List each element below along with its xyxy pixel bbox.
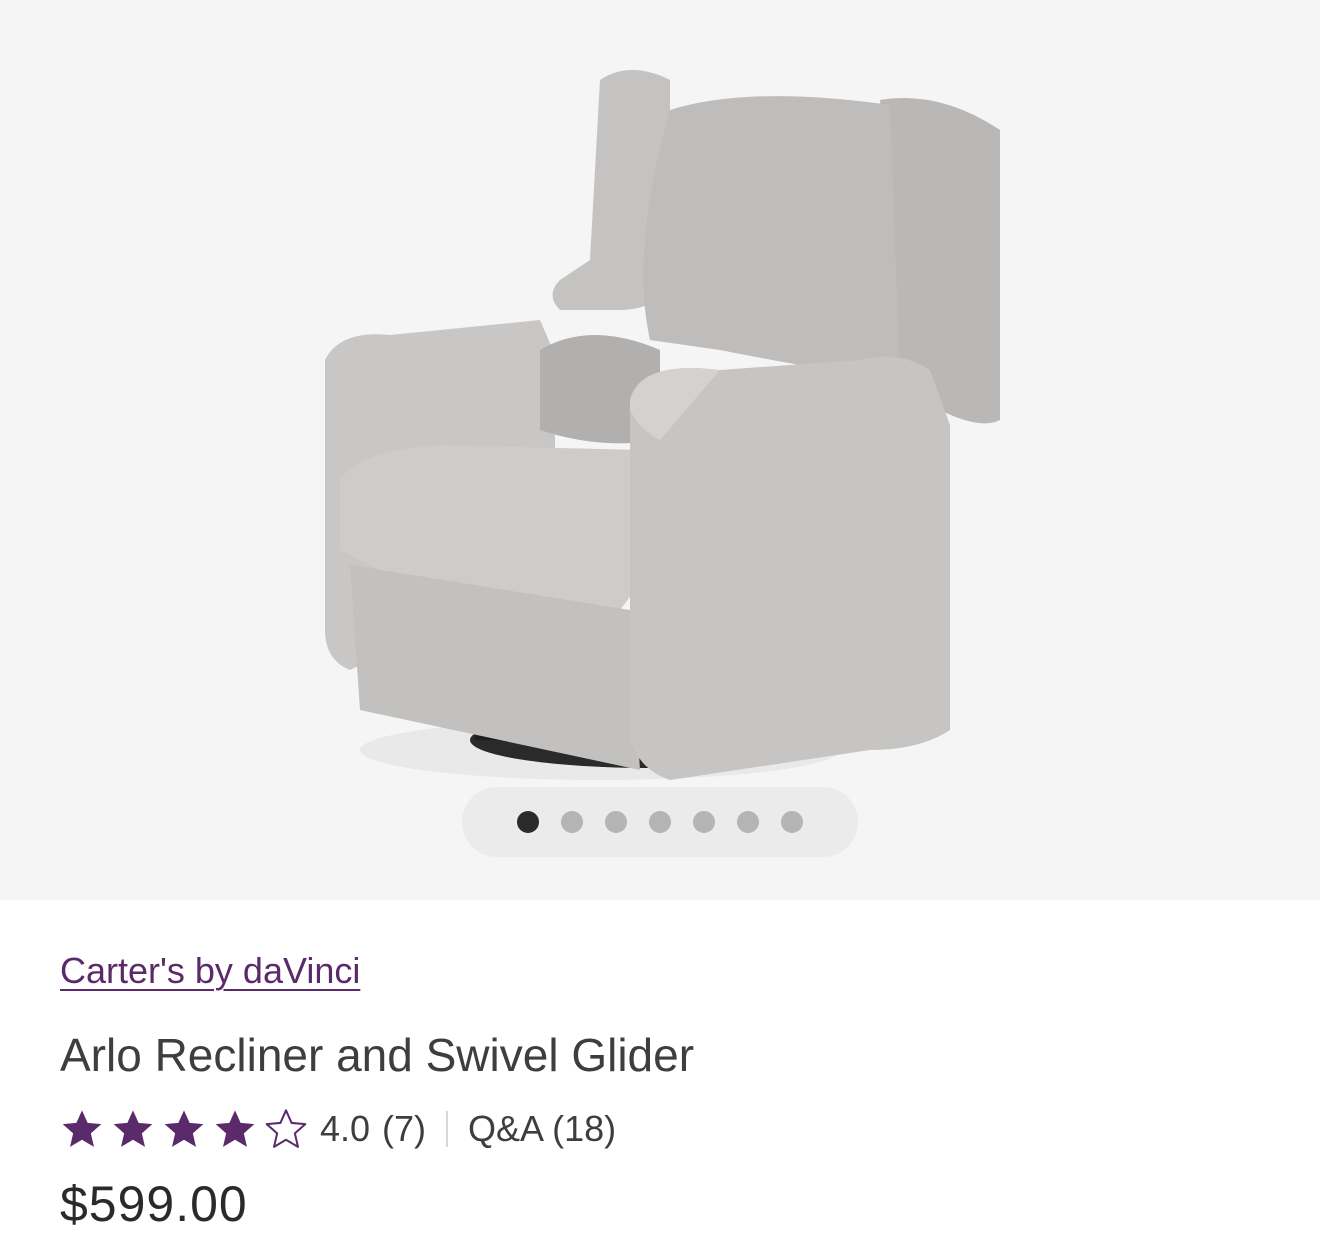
star-outline-icon <box>264 1108 308 1150</box>
gallery-dot-4[interactable] <box>649 811 671 833</box>
gallery-dot-3[interactable] <box>605 811 627 833</box>
star-rating[interactable] <box>60 1108 308 1150</box>
gallery-dot-7[interactable] <box>781 811 803 833</box>
star-filled-icon <box>213 1108 257 1150</box>
star-filled-icon <box>60 1108 104 1150</box>
gallery-dot-5[interactable] <box>693 811 715 833</box>
divider <box>446 1111 449 1147</box>
product-image[interactable] <box>300 50 1020 790</box>
star-filled-icon <box>162 1108 206 1150</box>
price: $599.00 <box>60 1176 248 1232</box>
product-gallery[interactable] <box>0 0 1320 900</box>
star-filled-icon <box>111 1108 155 1150</box>
qa-link[interactable]: Q&A (18) <box>468 1108 616 1150</box>
rating-row: 4.0 (7) Q&A (18) <box>60 1108 616 1150</box>
review-count-link[interactable]: (7) <box>382 1108 426 1150</box>
gallery-dot-6[interactable] <box>737 811 759 833</box>
gallery-pagination <box>462 787 858 857</box>
brand-link[interactable]: Carter's by daVinci <box>60 950 360 992</box>
product-title: Arlo Recliner and Swivel Glider <box>60 1029 695 1081</box>
rating-value: 4.0 <box>320 1108 371 1149</box>
gallery-dot-1[interactable] <box>517 811 539 833</box>
gallery-dot-2[interactable] <box>561 811 583 833</box>
